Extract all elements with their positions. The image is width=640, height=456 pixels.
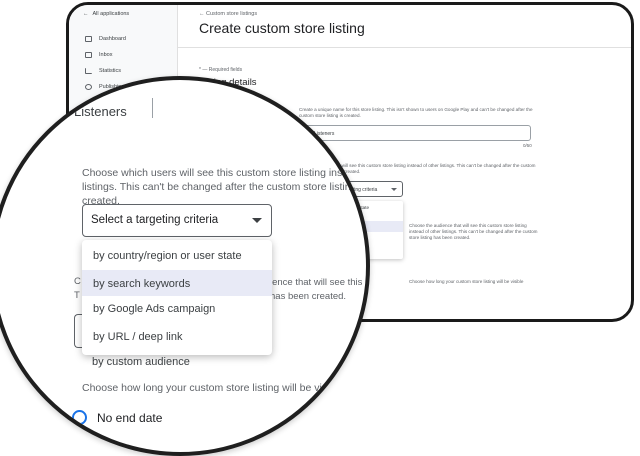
targeting-select[interactable]: Select a targeting criteria [82,204,272,237]
sidebar-item-inbox[interactable]: Inbox [85,52,112,58]
required-note: * — Required fields [199,67,243,73]
dropdown-option-country[interactable]: by country/region or user state [82,242,272,268]
magnifier-circle: Listeners Choose which users will see th… [0,76,370,456]
listing-name-field[interactable]: G8 Listeners [299,125,531,141]
sidebar-item-dashboard[interactable]: Dashboard [85,36,126,42]
partial-text: ience that will see this [270,277,363,288]
back-label: All applications [92,11,130,17]
targeting-help-text: Choose which users will see this custom … [82,167,366,207]
sidebar-item-label: Statistics [99,68,122,74]
dropdown-option-url[interactable]: by URL / deep link [82,323,272,349]
field-border-fragment [152,98,153,118]
sidebar-item-label: Inbox [99,52,113,58]
page-title: Create custom store listing [199,20,365,36]
targeting-select-label: Select a targeting criteria [91,214,219,226]
back-link[interactable]: ← All applications [83,11,129,17]
breadcrumb[interactable]: ← Custom store listings [199,11,257,17]
breadcrumb-label: Custom store listings [206,11,258,17]
audience-help-text: Choose the audience that will see this c… [409,223,538,240]
sidebar-item-statistics[interactable]: Statistics [85,68,121,74]
partial-text: has been created. [270,291,347,302]
dashboard-icon [85,36,92,42]
visibility-help-text: Choose how long your custom store listin… [409,279,524,284]
character-counter: 0/50 [523,143,532,148]
dropdown-option-custom-audience[interactable]: by custom audience [92,356,190,368]
publishing-overview-icon [85,84,92,90]
listing-name-fragment: Listeners [74,104,127,119]
sidebar-item-label: Dashboard [99,36,126,42]
arrow-back-icon: ← [83,11,89,17]
partial-text: C [74,276,81,287]
targeting-dropdown-menu: by country/region or user state by searc… [82,240,272,355]
dropdown-option-google-ads[interactable]: by Google Ads campaign [82,295,272,321]
visibility-help-text: Choose how long your custom store listin… [82,382,344,394]
header-divider [177,47,631,48]
inbox-icon [85,52,92,58]
dropdown-option-search-keywords[interactable]: by search keywords [82,270,272,296]
name-help-text: Create a unique name for this store list… [299,107,533,118]
radio-no-end-date[interactable] [72,410,87,425]
caret-down-icon [252,218,262,223]
statistics-icon [85,68,92,74]
partial-text: T [74,290,80,301]
radio-label: No end date [97,411,163,425]
caret-down-icon [391,188,397,191]
